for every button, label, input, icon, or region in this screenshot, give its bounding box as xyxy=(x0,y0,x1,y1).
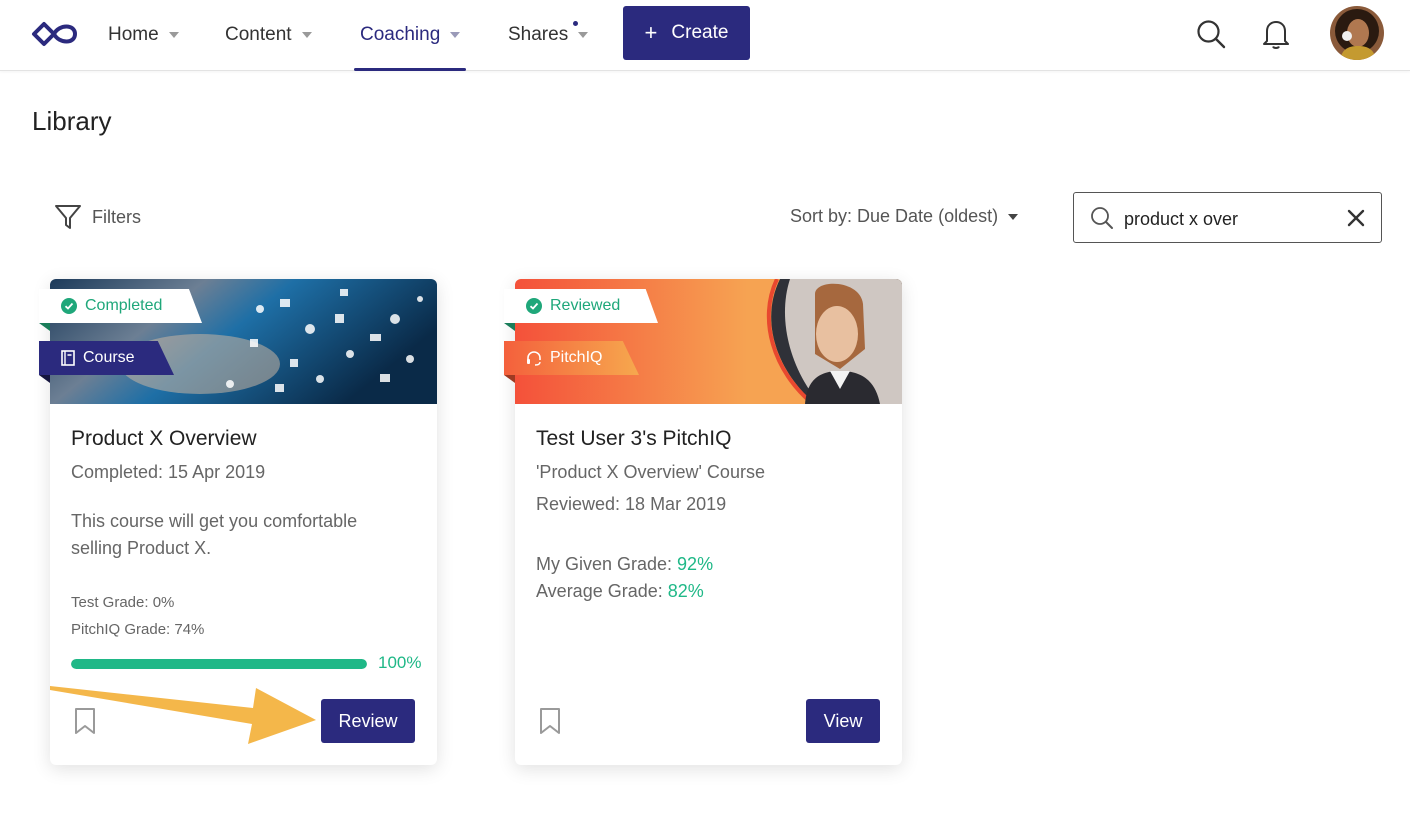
search-input[interactable] xyxy=(1122,203,1336,235)
search-icon[interactable] xyxy=(1196,19,1226,49)
nav-coaching[interactable]: Coaching xyxy=(353,0,467,71)
library-card-pitchiq[interactable]: Reviewed PitchIQ Test User 3's PitchIQ '… xyxy=(504,279,902,765)
filters-label: Filters xyxy=(92,206,141,227)
page-title: Library xyxy=(32,106,112,136)
avatar[interactable] xyxy=(1330,6,1384,60)
nav-home-label: Home xyxy=(108,24,159,45)
review-button[interactable]: Review xyxy=(321,699,415,743)
progress-fill xyxy=(71,659,367,669)
nav-content[interactable]: Content xyxy=(225,0,312,70)
notification-dot xyxy=(573,21,578,26)
chevron-down-icon xyxy=(301,32,312,38)
bell-icon[interactable] xyxy=(1262,18,1290,50)
check-circle-icon xyxy=(61,298,77,314)
logo-icon[interactable] xyxy=(31,19,79,49)
top-navigation: Home Content Coaching Shares + Create xyxy=(0,0,1410,71)
card-reviewed-date: Reviewed: 18 Mar 2019 xyxy=(536,494,727,514)
filters-button[interactable]: Filters xyxy=(54,203,141,231)
card-title[interactable]: Product X Overview xyxy=(71,427,257,451)
chevron-down-icon xyxy=(450,32,461,38)
book-icon xyxy=(61,350,75,366)
chevron-down-icon xyxy=(578,32,589,38)
card-description: This course will get you comfortable sel… xyxy=(71,511,358,558)
progress-label: 100% xyxy=(378,653,422,672)
status-badge: Reviewed xyxy=(504,289,658,323)
type-label: Course xyxy=(83,349,135,366)
nav-content-label: Content xyxy=(225,24,292,45)
pitchiq-grade: PitchIQ Grade: 74% xyxy=(71,621,205,638)
test-grade: Test Grade: 0% xyxy=(71,594,175,611)
ribbon-fold xyxy=(504,375,515,383)
caret-down-icon xyxy=(1008,213,1019,220)
average-grade: Average Grade: 82% xyxy=(536,581,704,602)
ribbon-fold xyxy=(504,323,515,331)
status-label: Reviewed xyxy=(550,297,621,314)
headset-icon xyxy=(526,350,542,366)
nav-shares-label: Shares xyxy=(508,24,569,45)
create-button[interactable]: + Create xyxy=(623,6,750,60)
nav-home[interactable]: Home xyxy=(108,0,179,70)
given-grade-value: 92% xyxy=(677,554,714,574)
ribbon-fold xyxy=(39,323,50,331)
ribbon-fold xyxy=(39,375,50,383)
type-badge: PitchIQ xyxy=(504,341,639,375)
status-label: Completed xyxy=(85,297,163,314)
search-icon xyxy=(1091,207,1113,229)
average-grade-label: Average Grade: xyxy=(536,581,668,601)
sort-dropdown[interactable]: Sort by: Due Date (oldest) xyxy=(790,206,1019,227)
chevron-down-icon xyxy=(168,32,179,38)
card-completed-date: Completed: 15 Apr 2019 xyxy=(71,462,266,482)
search-box xyxy=(1073,192,1382,243)
given-grade: My Given Grade: 92% xyxy=(536,554,713,575)
close-icon[interactable] xyxy=(1346,208,1366,228)
check-circle-icon xyxy=(526,298,542,314)
sort-label: Sort by: Due Date (oldest) xyxy=(790,206,999,226)
type-label: PitchIQ xyxy=(550,349,603,366)
view-button[interactable]: View xyxy=(806,699,880,743)
progress-bar xyxy=(71,659,367,669)
card-course-name: 'Product X Overview' Course xyxy=(536,462,765,482)
type-badge: Course xyxy=(39,341,174,375)
given-grade-label: My Given Grade: xyxy=(536,554,678,574)
status-badge: Completed xyxy=(39,289,202,323)
filter-icon xyxy=(55,205,81,229)
average-grade-value: 82% xyxy=(667,581,704,601)
create-button-label: Create xyxy=(671,22,729,43)
nav-shares[interactable]: Shares xyxy=(508,0,589,70)
card-title[interactable]: Test User 3's PitchIQ xyxy=(536,427,731,451)
annotation-arrow-icon xyxy=(50,686,316,744)
bookmark-icon[interactable] xyxy=(539,707,561,735)
plus-icon: + xyxy=(644,20,658,45)
nav-coaching-label: Coaching xyxy=(360,24,441,45)
